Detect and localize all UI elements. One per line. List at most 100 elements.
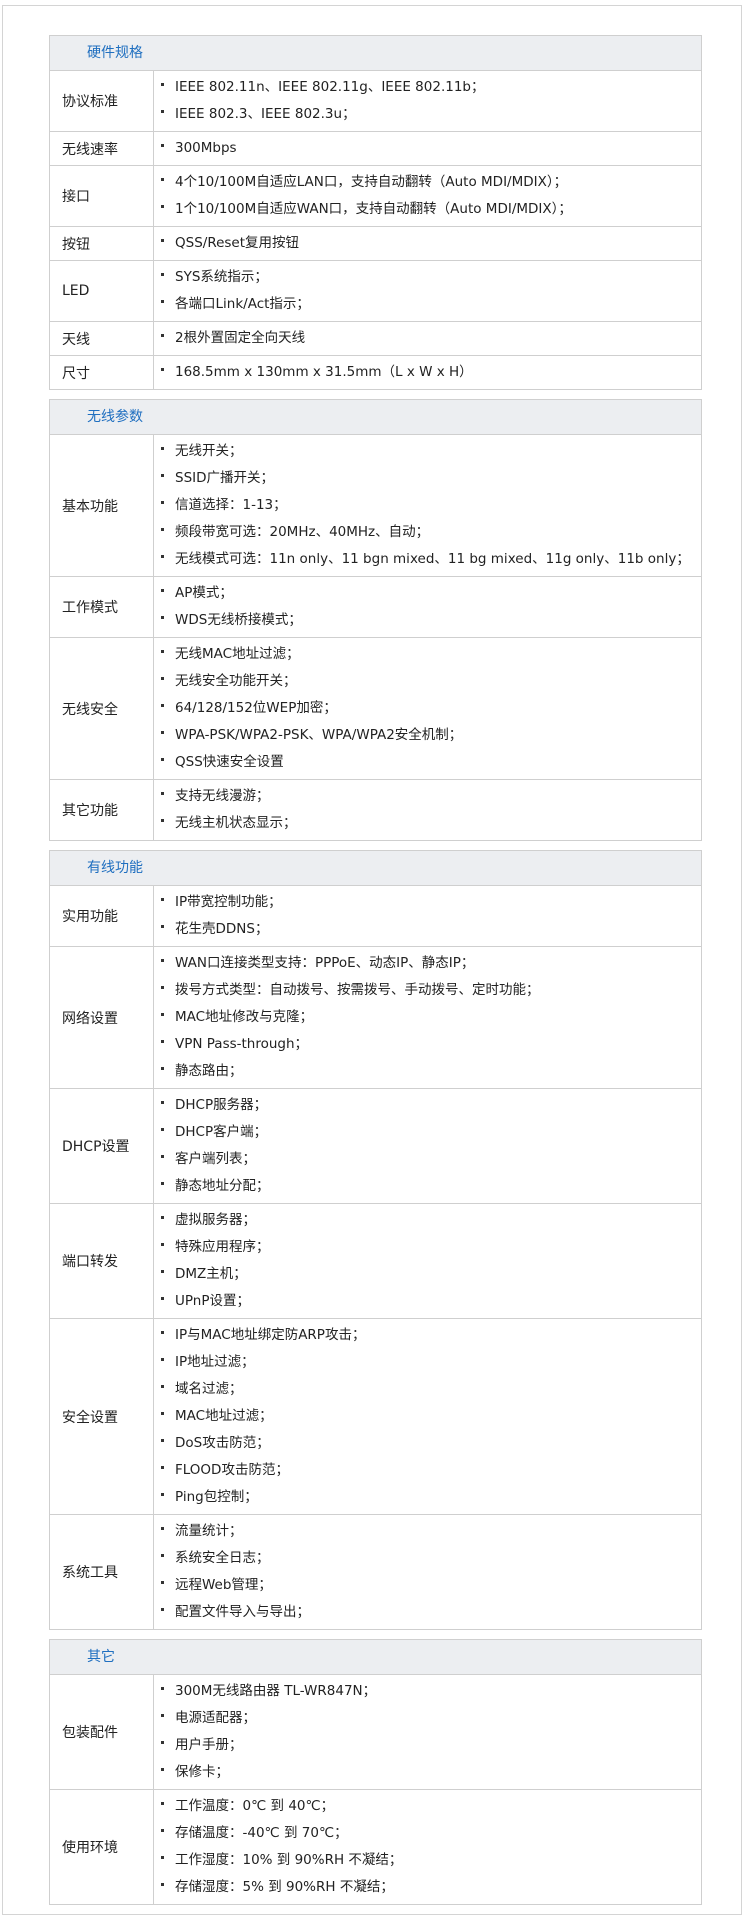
spec-values: WAN口连接类型支持：PPPoE、动态IP、静态IP； 拨号方式类型：自动拨号、按…	[154, 947, 701, 1088]
spec-value-item: 64/128/152位WEP加密；	[161, 695, 701, 722]
spec-value-text: SYS系统指示；	[175, 269, 268, 285]
spec-value-text: 各端口Link/Act指示；	[175, 296, 310, 312]
bullet-icon	[161, 791, 164, 795]
bullet-icon	[161, 1100, 164, 1104]
spec-label: 安全设置	[50, 1319, 154, 1514]
spec-value-item: DHCP客户端；	[161, 1119, 701, 1146]
spec-values: 300Mbps	[154, 132, 701, 165]
spec-value-item: 4个10/100M自适应LAN口，支持自动翻转（Auto MDI/MDIX）；	[161, 169, 701, 196]
spec-value-item: IP与MAC地址绑定防ARP攻击；	[161, 1322, 701, 1349]
bullet-icon	[161, 1801, 164, 1805]
spec-value-item: DMZ主机；	[161, 1261, 701, 1288]
spec-value-text: WAN口连接类型支持：PPPoE、动态IP、静态IP；	[175, 955, 475, 971]
spec-label: 无线速率	[50, 132, 154, 165]
spec-value-item: DHCP服务器；	[161, 1092, 701, 1119]
bullet-icon	[161, 82, 164, 86]
spec-section: 无线参数 基本功能 无线开关； SSID广播开关； 信道选择：1-13； 频段带宽可选：2…	[49, 399, 702, 841]
spec-label: 按钮	[50, 227, 154, 260]
spec-value-text: UPnP设置；	[175, 1293, 250, 1309]
spec-row: 包装配件 300M无线路由器 TL-WR847N； 电源适配器； 用户手册； 保修卡；	[50, 1675, 701, 1789]
spec-value-text: DMZ主机；	[175, 1266, 247, 1282]
spec-value-item: 花生壳DDNS；	[161, 916, 701, 943]
spec-value-item: IEEE 802.11n、IEEE 802.11g、IEEE 802.11b；	[161, 74, 701, 101]
spec-label: 系统工具	[50, 1515, 154, 1629]
spec-value-text: 2根外置固定全向天线	[175, 330, 306, 346]
spec-value-item: VPN Pass-through；	[161, 1031, 701, 1058]
spec-value-item: 300M无线路由器 TL-WR847N；	[161, 1678, 701, 1705]
bullet-icon	[161, 473, 164, 477]
spec-row: 协议标准 IEEE 802.11n、IEEE 802.11g、IEEE 802.1…	[50, 71, 701, 131]
spec-value-text: DoS攻击防范；	[175, 1435, 270, 1451]
spec-value-item: 支持无线漫游；	[161, 783, 701, 810]
spec-value-item: 300Mbps	[161, 135, 701, 162]
spec-value-text: 支持无线漫游；	[175, 788, 270, 804]
spec-values: IP带宽控制功能； 花生壳DDNS；	[154, 886, 701, 946]
spec-value-text: DHCP服务器；	[175, 1097, 268, 1113]
spec-values: 4个10/100M自适应LAN口，支持自动翻转（Auto MDI/MDIX）； 1…	[154, 166, 701, 226]
spec-values: 无线MAC地址过滤； 无线安全功能开关； 64/128/152位WEP加密； WPA-…	[154, 638, 701, 779]
spec-value-text: IP与MAC地址绑定防ARP攻击；	[175, 1327, 366, 1343]
spec-value-item: WPA-PSK/WPA2-PSK、WPA/WPA2安全机制；	[161, 722, 701, 749]
spec-label: 接口	[50, 166, 154, 226]
spec-value-item: 1个10/100M自适应WAN口，支持自动翻转（Auto MDI/MDIX）；	[161, 196, 701, 223]
bullet-icon	[161, 367, 164, 371]
spec-value-text: 1个10/100M自适应WAN口，支持自动翻转（Auto MDI/MDIX）；	[175, 201, 572, 217]
spec-value-item: Ping包控制；	[161, 1484, 701, 1511]
spec-row: DHCP设置 DHCP服务器； DHCP客户端； 客户端列表； 静态地址分配；	[50, 1088, 701, 1203]
spec-value-text: 花生壳DDNS；	[175, 921, 269, 937]
spec-value-text: Ping包控制；	[175, 1489, 258, 1505]
spec-value-text: DHCP客户端；	[175, 1124, 268, 1140]
spec-value-item: 无线开关；	[161, 438, 701, 465]
spec-value-item: UPnP设置；	[161, 1288, 701, 1315]
spec-value-item: 168.5mm x 130mm x 31.5mm（L x W x H）	[161, 359, 701, 386]
spec-value-text: 虚拟服务器；	[175, 1212, 256, 1228]
spec-values: IP与MAC地址绑定防ARP攻击； IP地址过滤； 域名过滤； MAC地址过滤； DoS…	[154, 1319, 701, 1514]
spec-row: 网络设置 WAN口连接类型支持：PPPoE、动态IP、静态IP； 拨号方式类型：自动…	[50, 946, 701, 1088]
spec-value-item: WAN口连接类型支持：PPPoE、动态IP、静态IP；	[161, 950, 701, 977]
spec-value-item: SSID广播开关；	[161, 465, 701, 492]
spec-value-item: IP地址过滤；	[161, 1349, 701, 1376]
spec-value-item: 存储温度：-40℃ 到 70℃；	[161, 1820, 701, 1847]
bullet-icon	[161, 1039, 164, 1043]
spec-values: DHCP服务器； DHCP客户端； 客户端列表； 静态地址分配；	[154, 1089, 701, 1203]
spec-value-text: 电源适配器；	[175, 1710, 256, 1726]
bullet-icon	[161, 818, 164, 822]
bullet-icon	[161, 143, 164, 147]
spec-value-text: 存储温度：-40℃ 到 70℃；	[175, 1825, 348, 1841]
bullet-icon	[161, 446, 164, 450]
spec-label: LED	[50, 261, 154, 321]
bullet-icon	[161, 1357, 164, 1361]
spec-section: 其它 包装配件 300M无线路由器 TL-WR847N； 电源适配器； 用户手册； 保修卡…	[49, 1639, 702, 1905]
spec-value-text: 300M无线路由器 TL-WR847N；	[175, 1683, 377, 1699]
bullet-icon	[161, 272, 164, 276]
spec-values: 支持无线漫游； 无线主机状态显示；	[154, 780, 701, 840]
spec-values: QSS/Reset复用按钮	[154, 227, 701, 260]
spec-value-text: 无线安全功能开关；	[175, 673, 297, 689]
spec-label: 实用功能	[50, 886, 154, 946]
spec-value-text: QSS/Reset复用按钮	[175, 235, 300, 251]
bullet-icon	[161, 1882, 164, 1886]
spec-value-text: 无线MAC地址过滤；	[175, 646, 300, 662]
spec-value-text: MAC地址修改与克隆；	[175, 1009, 314, 1025]
bullet-icon	[161, 204, 164, 208]
bullet-icon	[161, 1855, 164, 1859]
spec-value-item: 流量统计；	[161, 1518, 701, 1545]
spec-row: 接口 4个10/100M自适应LAN口，支持自动翻转（Auto MDI/MDIX）…	[50, 165, 701, 226]
spec-value-text: 拨号方式类型：自动拨号、按需拨号、手动拨号、定时功能；	[175, 982, 540, 998]
spec-value-item: MAC地址过滤；	[161, 1403, 701, 1430]
spec-value-item: 无线MAC地址过滤；	[161, 641, 701, 668]
bullet-icon	[161, 1215, 164, 1219]
section-title: 其它	[50, 1640, 701, 1675]
page-frame: 硬件规格 协议标准 IEEE 802.11n、IEEE 802.11g、IEEE 8…	[2, 5, 742, 1915]
bullet-icon	[161, 1181, 164, 1185]
bullet-icon	[161, 1012, 164, 1016]
bullet-icon	[161, 985, 164, 989]
spec-value-text: IEEE 802.3、IEEE 802.3u；	[175, 106, 356, 122]
spec-value-text: 远程Web管理；	[175, 1577, 272, 1593]
spec-row: 无线安全 无线MAC地址过滤； 无线安全功能开关； 64/128/152位WEP加密；…	[50, 637, 701, 779]
bullet-icon	[161, 1066, 164, 1070]
spec-values: SYS系统指示； 各端口Link/Act指示；	[154, 261, 701, 321]
section-title: 有线功能	[50, 851, 701, 886]
spec-value-text: 特殊应用程序；	[175, 1239, 270, 1255]
bullet-icon	[161, 1269, 164, 1273]
